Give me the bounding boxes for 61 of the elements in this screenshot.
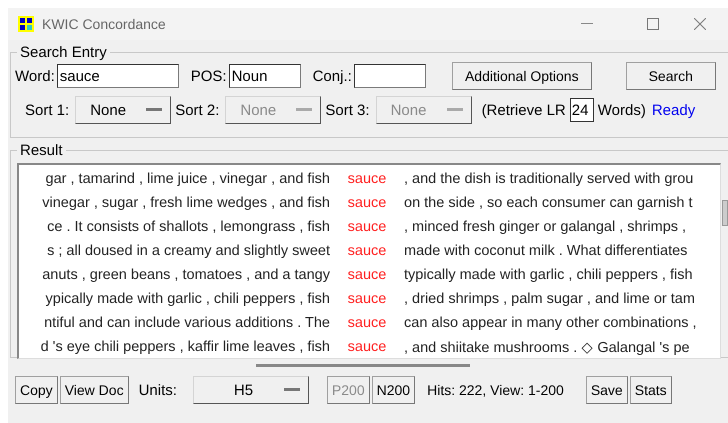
group-title: Search Entry bbox=[19, 44, 108, 61]
sort-label: Sort 3: bbox=[325, 102, 370, 118]
word-field[interactable]: sauce bbox=[56, 64, 179, 88]
units-dropdown[interactable]: H5 bbox=[192, 376, 309, 404]
keyword: sauce bbox=[346, 243, 388, 259]
keyword: sauce bbox=[346, 291, 388, 307]
pos-field[interactable]: Noun bbox=[228, 64, 301, 88]
field-label: Word: bbox=[15, 68, 55, 84]
right-context: , dried shrimps , palm sugar , and lime or tam bbox=[404, 291, 695, 307]
right-context: , and the dish is traditionally served with grou bbox=[404, 171, 694, 187]
scroll-thumb[interactable] bbox=[256, 364, 470, 367]
left-context: anuts , green beans , tomatoes , and a tangy bbox=[41, 267, 330, 283]
page-button[interactable]: N200 bbox=[372, 376, 416, 404]
scroll-thumb[interactable] bbox=[722, 200, 728, 226]
search-button[interactable]: Search bbox=[626, 62, 716, 90]
right-context: can also appear in many other combinations , bbox=[404, 315, 697, 331]
keyword: sauce bbox=[346, 267, 388, 283]
dropdown-handle-icon bbox=[284, 387, 300, 393]
toolbar-button[interactable]: Save bbox=[586, 376, 628, 404]
retrieve-field[interactable]: 24 bbox=[570, 98, 594, 122]
right-context: typically made with garlic , chili peppers , fish bbox=[404, 267, 693, 283]
field-label: POS: bbox=[190, 68, 227, 84]
close-icon bbox=[694, 18, 706, 30]
left-context: vinegar , sugar , fresh lime wedges , and fish bbox=[41, 195, 330, 211]
dropdown-handle-icon bbox=[296, 107, 312, 113]
conj-field[interactable] bbox=[354, 64, 426, 88]
minimize-icon bbox=[581, 23, 593, 25]
dropdown-handle-icon bbox=[146, 107, 162, 113]
right-context: on the side , so each consumer can garnish t bbox=[404, 195, 693, 211]
right-context: , minced fresh ginger or galangal , shrimps , bbox=[404, 219, 686, 235]
left-context: d 's eye chili peppers , kaffir lime leaves , fish bbox=[40, 339, 330, 355]
left-context: ce . It consists of shallots , lemongrass , fish bbox=[46, 219, 330, 235]
keyword: sauce bbox=[346, 195, 388, 211]
toolbar-button[interactable]: Stats bbox=[630, 376, 672, 404]
sort-dropdown[interactable]: None bbox=[75, 96, 172, 124]
window-title: KWIC Concordance bbox=[42, 16, 167, 32]
left-context: ntiful and can include various additions . The bbox=[43, 315, 330, 331]
keyword: sauce bbox=[346, 339, 388, 355]
left-context: gar , tamarind , lime juice , vinegar , and fish bbox=[44, 171, 330, 187]
keyword: sauce bbox=[346, 171, 388, 187]
app-icon bbox=[18, 16, 34, 32]
group-title: Result bbox=[19, 142, 64, 159]
toolbar-button[interactable]: Copy bbox=[15, 376, 58, 404]
hits-text: Hits: 222, View: 1-200 bbox=[427, 382, 564, 398]
dropdown-handle-icon bbox=[446, 107, 463, 113]
keyword: sauce bbox=[346, 315, 388, 331]
units-label: Units: bbox=[138, 382, 177, 398]
additional-options-button[interactable]: Additional Options bbox=[452, 62, 592, 90]
left-context: ypically made with garlic , chili peppers , fish bbox=[44, 291, 330, 307]
sort-label: Sort 2: bbox=[175, 102, 220, 118]
maximize-icon bbox=[647, 18, 659, 30]
field-label: Conj.: bbox=[312, 68, 352, 84]
keyword: sauce bbox=[346, 219, 388, 235]
right-context: , and shiitake mushrooms . ◇ Galangal 's pe bbox=[404, 338, 690, 356]
retrieve-label: (Retrieve LR bbox=[482, 102, 566, 118]
sort-label: Sort 1: bbox=[25, 102, 70, 118]
toolbar-button[interactable]: View Doc bbox=[60, 376, 129, 404]
right-context: made with coconut milk . What differentiates bbox=[404, 243, 688, 259]
status-text: Ready bbox=[652, 102, 696, 118]
words-label: Words) bbox=[598, 102, 646, 118]
left-context: s ; all doused in a creamy and slightly sweet bbox=[46, 243, 330, 259]
